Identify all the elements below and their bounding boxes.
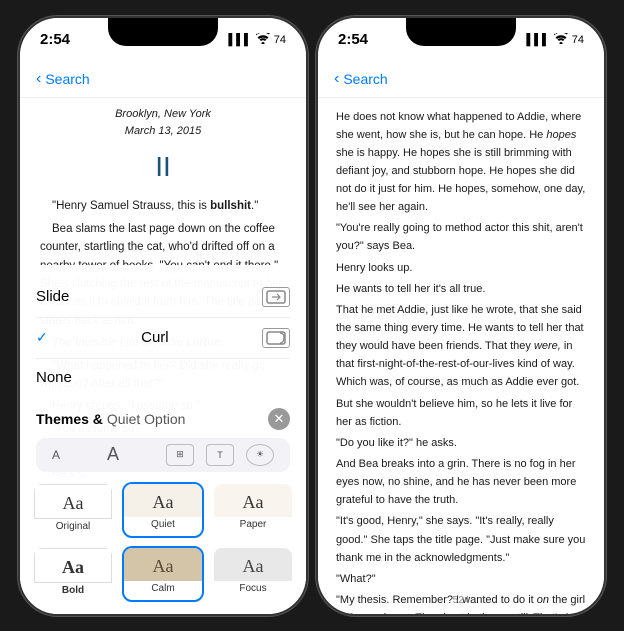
close-button[interactable]: ✕	[268, 408, 290, 430]
font-large-a[interactable]: A	[107, 444, 119, 465]
slide-option-curl[interactable]: ✓ Curl	[36, 318, 290, 359]
font-icon-sun[interactable]: ☀	[246, 444, 274, 466]
theme-calm-aa: Aa	[153, 556, 174, 577]
right-para-8: And Bea breaks into a grin. There is no …	[336, 455, 586, 509]
theme-focus-aa: Aa	[243, 556, 264, 577]
font-icon-columns[interactable]: ⊞	[166, 444, 194, 466]
right-back-label: Search	[343, 71, 387, 87]
right-para-9: "It's good, Henry," she says. "It's real…	[336, 512, 586, 566]
phones-container: 2:54 ▌▌▌ 74 ‹ Search Brooklyn, New YorkM…	[18, 16, 606, 616]
right-status-icons: ▌▌▌ 74	[526, 33, 584, 47]
theme-calm-label: Calm	[124, 581, 202, 598]
para-1: "Henry Samuel Strauss, this is bullshit.…	[40, 197, 286, 215]
left-back-icon: ‹	[36, 70, 41, 88]
signal-icon: ▌▌▌	[228, 34, 251, 46]
right-signal-icon: ▌▌▌	[526, 34, 549, 46]
right-back-button[interactable]: ‹ Search	[334, 70, 388, 88]
left-status-icons: ▌▌▌ 74	[228, 33, 286, 47]
theme-original-label: Original	[34, 519, 112, 536]
wifi-icon	[256, 33, 270, 47]
left-back-button[interactable]: ‹ Search	[36, 70, 90, 88]
font-icon-text[interactable]: T	[206, 444, 234, 466]
font-icon-group: ⊞ T ☀	[166, 444, 274, 466]
right-book-content: He does not know what happened to Addie,…	[318, 98, 604, 614]
slide-option-slide-label: Slide	[36, 288, 69, 305]
right-para-5: That he met Addie, just like he wrote, t…	[336, 301, 586, 392]
right-para-6: But she wouldn't believe him, so he lets…	[336, 395, 586, 431]
book-chapter: II	[40, 145, 286, 190]
page-number: 524	[318, 595, 604, 606]
theme-focus-label: Focus	[214, 581, 292, 598]
theme-quiet-label: Quiet	[124, 517, 202, 534]
theme-bold-label: Bold	[34, 583, 112, 600]
left-time: 2:54	[40, 31, 70, 48]
themes-header: Themes & Quiet Option ✕	[20, 400, 306, 434]
theme-paper[interactable]: Aa Paper	[212, 482, 294, 538]
left-nav-bar: ‹ Search	[20, 62, 306, 98]
theme-calm[interactable]: Aa Calm	[122, 546, 204, 602]
slide-option-none-label: None	[36, 369, 72, 386]
font-small-a[interactable]: A	[52, 448, 60, 462]
right-nav-bar: ‹ Search	[318, 62, 604, 98]
themes-title: Themes & Quiet Option	[36, 411, 185, 427]
font-controls-row: A A ⊞ T ☀	[36, 438, 290, 472]
slide-option-curl-label: Curl	[141, 329, 169, 346]
slide-option-slide[interactable]: Slide	[36, 277, 290, 318]
right-notch	[406, 18, 516, 46]
right-wifi-icon	[554, 33, 568, 47]
theme-bold-aa: Aa	[62, 557, 84, 578]
slide-options: Slide ✓ Curl None	[20, 277, 306, 396]
theme-focus[interactable]: Aa Focus	[212, 546, 294, 602]
left-phone: 2:54 ▌▌▌ 74 ‹ Search Brooklyn, New YorkM…	[18, 16, 308, 616]
theme-quiet-aa: Aa	[153, 492, 174, 513]
theme-paper-label: Paper	[214, 517, 292, 534]
overlay-panel: Slide ✓ Curl None	[20, 265, 306, 614]
book-location: Brooklyn, New YorkMarch 13, 2015	[40, 106, 286, 141]
right-para-4: He wants to tell her it's all true.	[336, 280, 586, 298]
theme-quiet[interactable]: Aa Quiet	[122, 482, 204, 538]
slide-option-curl-icon	[262, 328, 290, 348]
theme-original[interactable]: Aa Original	[32, 482, 114, 538]
theme-paper-aa: Aa	[243, 492, 264, 513]
theme-original-aa: Aa	[63, 493, 84, 514]
slide-option-none[interactable]: None	[36, 359, 290, 396]
right-para-2: "You're really going to method actor thi…	[336, 219, 586, 255]
slide-option-slide-icon	[262, 287, 290, 307]
right-para-7: "Do you like it?" he asks.	[336, 434, 586, 452]
curl-check: ✓	[36, 329, 48, 346]
left-back-label: Search	[45, 71, 89, 87]
right-time: 2:54	[338, 31, 368, 48]
right-phone: 2:54 ▌▌▌ 74 ‹ Search He does not know wh…	[316, 16, 606, 616]
right-para-10: "What?"	[336, 570, 586, 588]
right-battery-icon: 74	[572, 34, 584, 46]
right-back-icon: ‹	[334, 70, 339, 88]
theme-cards-grid: Aa Original Aa Quiet Aa Paper	[20, 476, 306, 614]
right-para-3: Henry looks up.	[336, 259, 586, 277]
battery-icon: 74	[274, 34, 286, 46]
notch	[108, 18, 218, 46]
right-para-1: He does not know what happened to Addie,…	[336, 108, 586, 217]
theme-bold[interactable]: Aa Bold	[32, 546, 114, 602]
